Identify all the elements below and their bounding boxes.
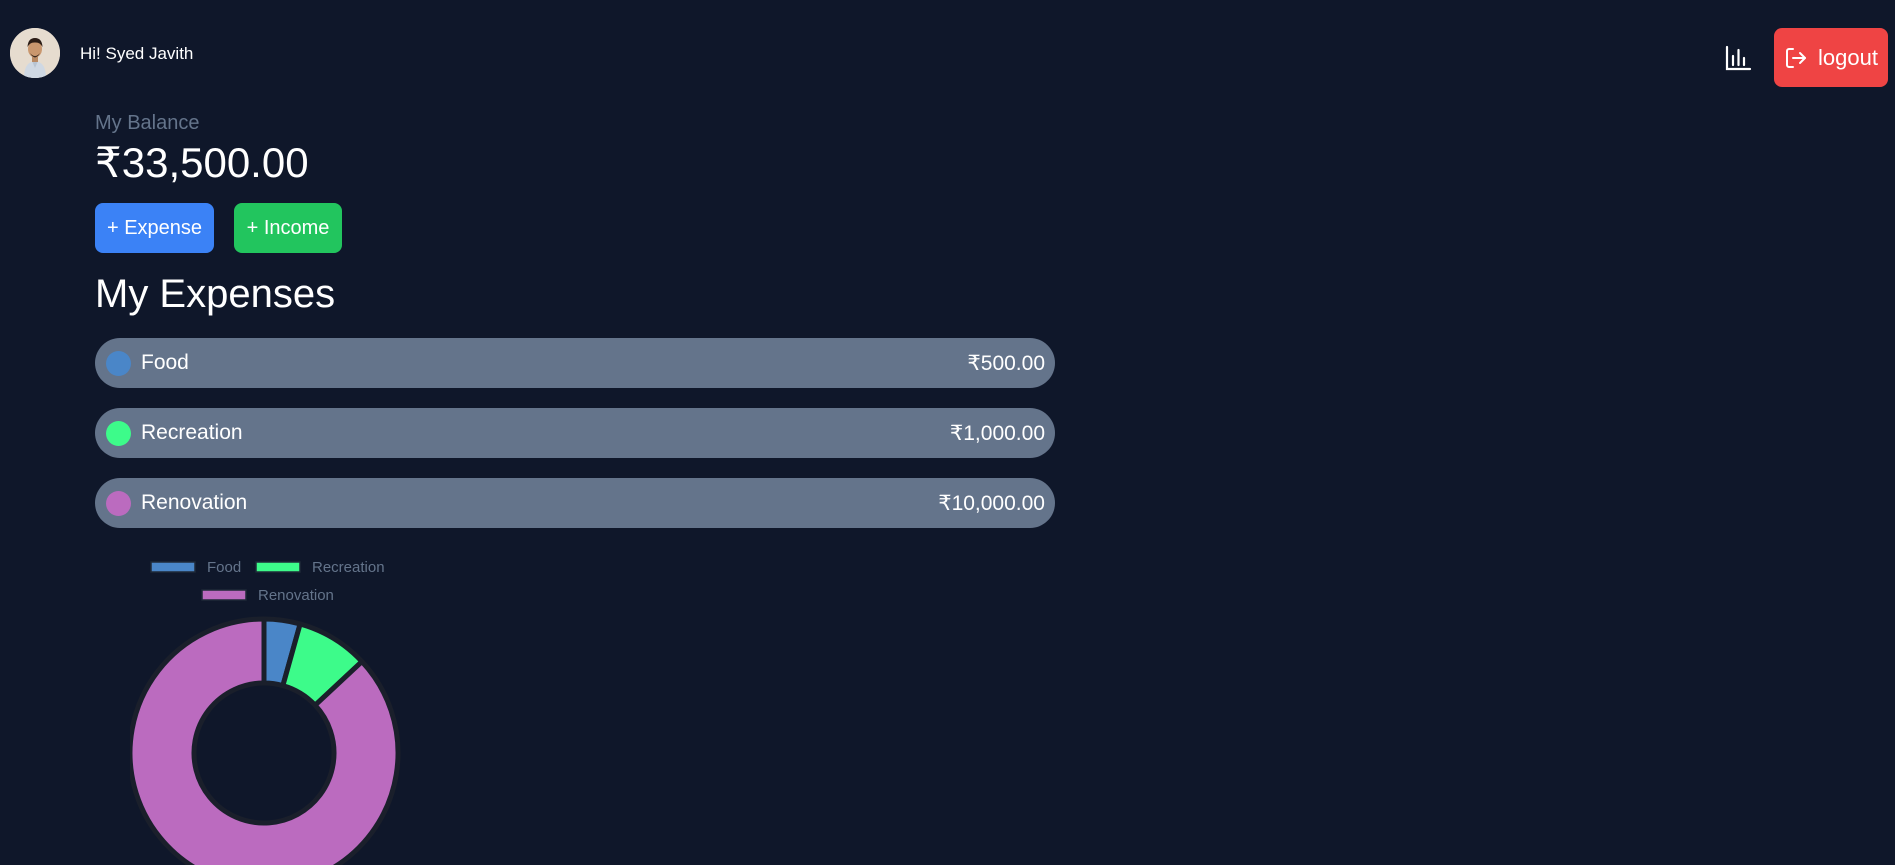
expense-name: Food: [141, 351, 189, 374]
category-color-dot: [106, 350, 131, 376]
legend-swatch: [201, 589, 247, 601]
expense-row-renovation[interactable]: Renovation ₹10,000.00: [95, 478, 1055, 528]
add-expense-button[interactable]: + Expense: [95, 203, 214, 253]
expense-donut-chart: Food Recreation Renovation: [130, 559, 401, 865]
logout-icon: [1786, 47, 1807, 68]
expense-amount: ₹1,000.00: [949, 421, 1045, 445]
legend-swatch: [255, 561, 301, 573]
legend-item-renovation[interactable]: Renovation: [201, 587, 334, 604]
stats-button[interactable]: [1720, 41, 1756, 75]
chart-legend: Food Recreation Renovation: [150, 559, 385, 604]
legend-item-food[interactable]: Food: [150, 559, 241, 576]
legend-item-recreation[interactable]: Recreation: [255, 559, 385, 576]
top-bar: Hi! Syed Javith logout: [0, 0, 1895, 100]
expense-row-recreation[interactable]: Recreation ₹1,000.00: [95, 408, 1055, 458]
greeting-text: Hi! Syed Javith: [80, 44, 194, 63]
category-color-dot: [106, 490, 131, 516]
legend-label: Recreation: [312, 559, 385, 576]
expense-name: Recreation: [141, 421, 243, 444]
expense-amount: ₹500.00: [967, 351, 1045, 375]
balance-amount: ₹33,500.00: [95, 139, 309, 186]
logout-button[interactable]: logout: [1774, 28, 1888, 87]
legend-swatch: [150, 561, 196, 573]
balance-label: My Balance: [95, 112, 200, 134]
avatar[interactable]: [10, 28, 60, 78]
legend-label: Food: [207, 559, 241, 576]
add-income-button[interactable]: + Income: [234, 203, 342, 253]
expense-name: Renovation: [141, 491, 248, 514]
logout-label: logout: [1818, 44, 1878, 70]
expense-amount: ₹10,000.00: [938, 491, 1045, 515]
legend-label: Renovation: [258, 587, 334, 604]
chart-slices: [130, 616, 401, 865]
expenses-title: My Expenses: [95, 272, 336, 316]
bar-chart-icon: [1725, 45, 1752, 71]
user-portrait-icon: [10, 28, 60, 78]
expense-row-food[interactable]: Food ₹500.00: [95, 338, 1055, 388]
category-color-dot: [106, 420, 131, 446]
